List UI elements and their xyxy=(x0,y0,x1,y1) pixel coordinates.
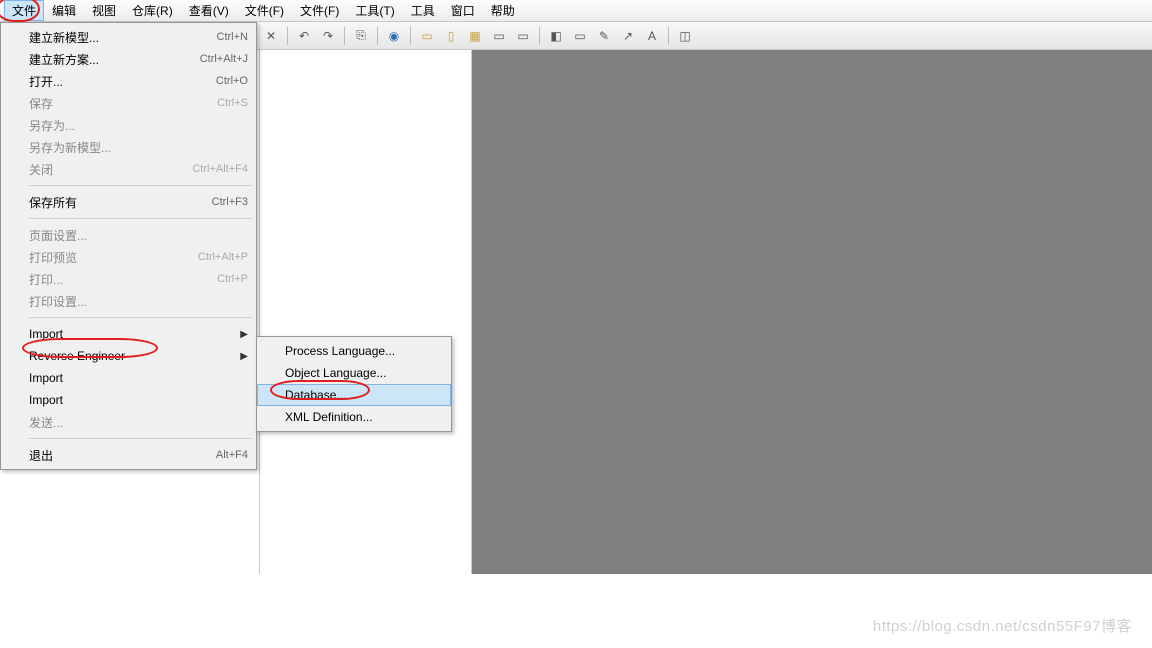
rect2-icon[interactable]: ▭ xyxy=(513,26,533,46)
copy-icon[interactable]: ⎘ xyxy=(351,26,371,46)
menu-tools2[interactable]: 工具 xyxy=(403,0,443,21)
watermark-text: https://blog.csdn.net/csdn55F97博客 xyxy=(873,615,1132,636)
toolbar-separator xyxy=(668,27,669,45)
menu-file2[interactable]: 文件(F) xyxy=(237,0,292,21)
pen-icon[interactable]: ✎ xyxy=(594,26,614,46)
menu-file3[interactable]: 文件(F) xyxy=(292,0,347,21)
menu-close[interactable]: 关闭Ctrl+Alt+F4 xyxy=(1,158,256,180)
chevron-right-icon: ▶ xyxy=(240,329,248,340)
menu-help[interactable]: 帮助 xyxy=(483,0,523,21)
menu-send[interactable]: 发送... xyxy=(1,411,256,433)
submenu-object-language[interactable]: Object Language... xyxy=(257,362,451,384)
menu-separator xyxy=(29,185,252,186)
file-menu-dropdown: 建立新模型...Ctrl+N 建立新方案...Ctrl+Alt+J 打开...C… xyxy=(0,22,257,470)
menu-separator xyxy=(29,438,252,439)
menu-save-as[interactable]: 另存为... xyxy=(1,114,256,136)
chevron-right-icon: ▶ xyxy=(240,351,248,362)
toolbar-separator xyxy=(410,27,411,45)
canvas-area[interactable] xyxy=(260,50,472,574)
menu-look[interactable]: 查看(V) xyxy=(181,0,237,21)
menu-import2[interactable]: Import xyxy=(1,367,256,389)
menu-file[interactable]: 文件 xyxy=(4,0,44,21)
menu-print-setup[interactable]: 打印设置... xyxy=(1,290,256,312)
menu-new-project[interactable]: 建立新方案...Ctrl+Alt+J xyxy=(1,48,256,70)
menu-edit[interactable]: 编辑 xyxy=(44,0,84,21)
menu-tools[interactable]: 工具(T) xyxy=(347,0,402,21)
close-icon[interactable]: ✕ xyxy=(261,26,281,46)
submenu-database[interactable]: Database... xyxy=(257,384,451,406)
submenu-process-language[interactable]: Process Language... xyxy=(257,340,451,362)
menu-separator xyxy=(29,218,252,219)
folder-icon[interactable]: ▭ xyxy=(417,26,437,46)
toolbar-separator xyxy=(377,27,378,45)
menu-window[interactable]: 窗口 xyxy=(443,0,483,21)
menu-page-setup[interactable]: 页面设置... xyxy=(1,224,256,246)
toolbar-separator xyxy=(539,27,540,45)
submenu-xml-definition[interactable]: XML Definition... xyxy=(257,406,451,428)
shape2-icon[interactable]: ▭ xyxy=(570,26,590,46)
globe-icon[interactable]: ◉ xyxy=(384,26,404,46)
redo-icon[interactable]: ↷ xyxy=(318,26,338,46)
text-icon[interactable]: A xyxy=(642,26,662,46)
menu-separator xyxy=(29,317,252,318)
paste-icon[interactable]: ▯ xyxy=(441,26,461,46)
menu-repository[interactable]: 仓库(R) xyxy=(124,0,181,21)
rect-icon[interactable]: ▭ xyxy=(489,26,509,46)
menu-save[interactable]: 保存Ctrl+S xyxy=(1,92,256,114)
menu-print-preview[interactable]: 打印预览Ctrl+Alt+P xyxy=(1,246,256,268)
menu-open[interactable]: 打开...Ctrl+O xyxy=(1,70,256,92)
misc-icon[interactable]: ◫ xyxy=(675,26,695,46)
menu-import3[interactable]: Import xyxy=(1,389,256,411)
menu-new-model[interactable]: 建立新模型...Ctrl+N xyxy=(1,26,256,48)
table-icon[interactable]: ▦ xyxy=(465,26,485,46)
toolbar-separator xyxy=(287,27,288,45)
menu-reverse-engineer[interactable]: Reverse Engineer▶ xyxy=(1,345,256,367)
menu-exit[interactable]: 退出Alt+F4 xyxy=(1,444,256,466)
menu-import[interactable]: Import▶ xyxy=(1,323,256,345)
empty-area xyxy=(472,50,1152,574)
arrow-icon[interactable]: ↗ xyxy=(618,26,638,46)
menu-save-all[interactable]: 保存所有Ctrl+F3 xyxy=(1,191,256,213)
menu-view[interactable]: 视图 xyxy=(84,0,124,21)
menu-print[interactable]: 打印...Ctrl+P xyxy=(1,268,256,290)
reverse-engineer-submenu: Process Language... Object Language... D… xyxy=(256,336,452,432)
toolbar-separator xyxy=(344,27,345,45)
menu-save-as-new[interactable]: 另存为新模型... xyxy=(1,136,256,158)
undo-icon[interactable]: ↶ xyxy=(294,26,314,46)
menubar: 文件 编辑 视图 仓库(R) 查看(V) 文件(F) 文件(F) 工具(T) 工… xyxy=(0,0,1152,22)
shape-icon[interactable]: ◧ xyxy=(546,26,566,46)
